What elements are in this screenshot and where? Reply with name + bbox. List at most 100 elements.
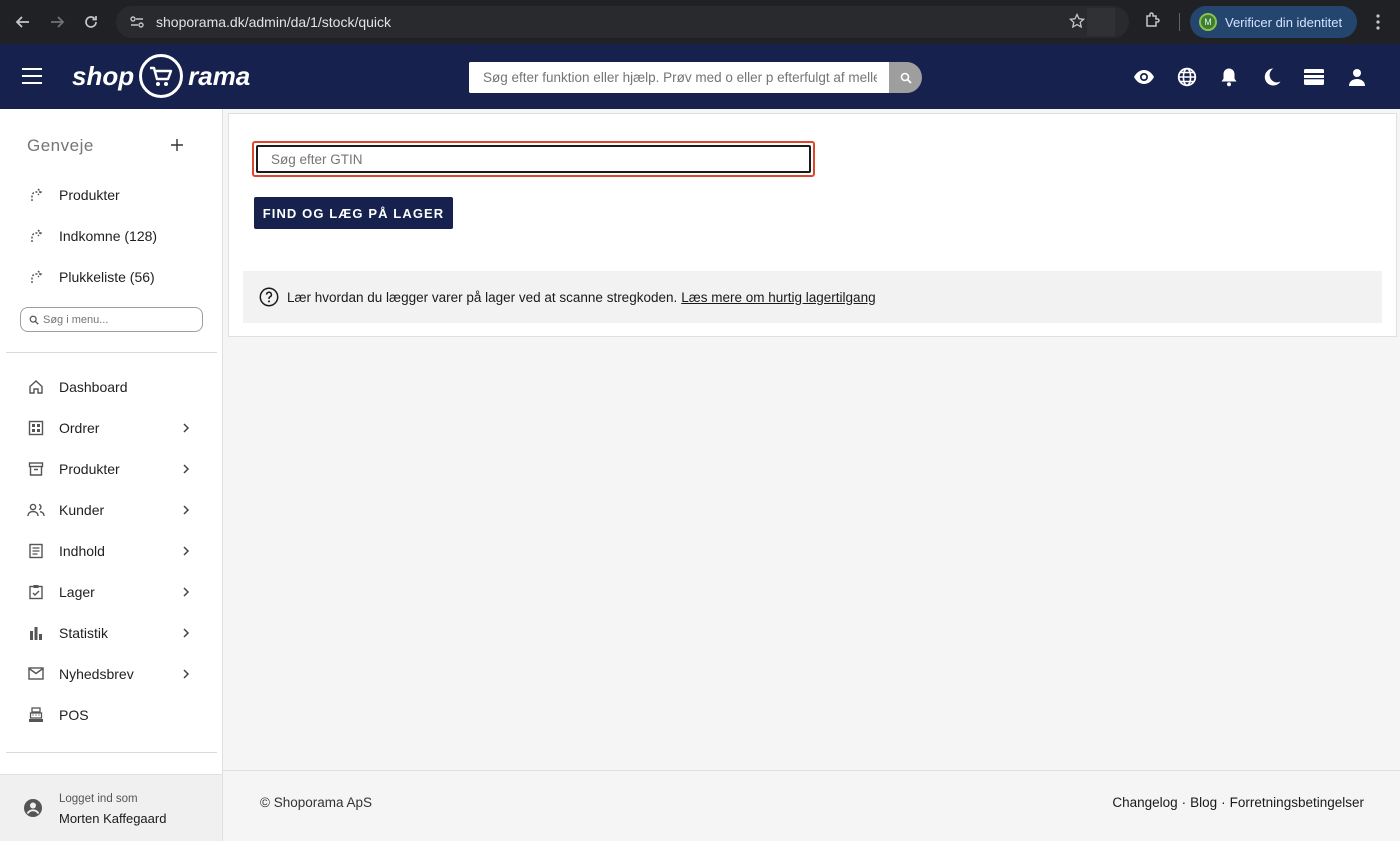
shortcut-link-icon	[27, 186, 45, 204]
footer-link-changelog[interactable]: Changelog	[1112, 795, 1177, 810]
help-circle-icon	[259, 287, 279, 307]
user-name[interactable]: Morten Kaffegaard	[59, 811, 166, 826]
mail-icon	[27, 665, 45, 683]
page-footer: © Shoporama ApS Changelog · Blog · Forretnin…	[223, 770, 1400, 841]
sidebar-item-statistik[interactable]: Statistik	[0, 612, 222, 653]
find-and-stock-button[interactable]: FIND OG LÆG PÅ LAGER	[254, 197, 453, 229]
browser-menu-icon[interactable]	[1370, 12, 1386, 37]
credit-card-icon[interactable]	[1303, 66, 1325, 88]
footer-separator: ·	[1181, 795, 1187, 810]
sidebar-item-nyhedsbrev[interactable]: Nyhedsbrev	[0, 653, 222, 694]
sidebar: Genveje Produkter Indkomne (128) Plukkel…	[0, 109, 223, 841]
logo-text-left: shop	[72, 60, 135, 91]
logged-in-panel: Logget ind som Morten Kaffegaard	[0, 774, 222, 841]
menu-search-input[interactable]	[43, 313, 193, 326]
browser-toolbar: shoporama.dk/admin/da/1/stock/quick M Ve…	[0, 0, 1400, 44]
chevron-right-icon	[180, 504, 192, 516]
toolbar-separator	[1179, 13, 1180, 31]
gtin-search-input[interactable]	[256, 145, 811, 173]
shortcut-link-icon	[27, 268, 45, 286]
eye-icon[interactable]	[1133, 66, 1155, 88]
sidebar-item-label: Statistik	[59, 624, 109, 641]
extension-slot[interactable]	[1087, 8, 1115, 36]
footer-separator: ·	[1221, 795, 1226, 810]
bar-chart-icon	[27, 624, 45, 642]
home-icon	[27, 378, 45, 396]
header-actions	[1133, 66, 1389, 88]
shortcuts-header: Genveje	[27, 134, 187, 157]
back-icon[interactable]	[6, 5, 40, 39]
sidebar-divider	[6, 752, 217, 753]
shortcut-item-produkter[interactable]: Produkter	[0, 174, 222, 215]
moon-icon[interactable]	[1261, 66, 1283, 88]
copyright-text: © Shoporama ApS	[260, 795, 373, 810]
shortcuts-title: Genveje	[27, 135, 94, 155]
sidebar-item-label: Dashboard	[59, 378, 128, 395]
help-link[interactable]: Læs mere om hurtig lagertilgang	[681, 290, 875, 305]
help-notice: Lær hvordan du lægger varer på lager ved…	[243, 271, 1382, 323]
sidebar-item-label: Indhold	[59, 542, 105, 559]
account-circle-icon	[24, 799, 42, 817]
chevron-right-icon	[180, 586, 192, 598]
logo-text-right: rama	[188, 60, 251, 91]
sidebar-item-label: Nyhedsbrev	[59, 665, 134, 682]
search-icon	[29, 315, 39, 325]
bookmark-star-icon[interactable]	[1068, 12, 1086, 34]
plus-icon	[171, 139, 183, 151]
sidebar-item-dashboard[interactable]: Dashboard	[0, 366, 222, 407]
extensions-puzzle-icon[interactable]	[1143, 10, 1163, 35]
add-shortcut-button[interactable]	[167, 134, 187, 157]
reload-icon[interactable]	[74, 5, 108, 39]
sidebar-item-label: POS	[59, 706, 89, 723]
sidebar-item-produkter[interactable]: Produkter	[0, 448, 222, 489]
forward-icon[interactable]	[40, 5, 74, 39]
footer-link-terms[interactable]: Forretningsbetingelser	[1230, 795, 1364, 810]
chevron-right-icon	[180, 463, 192, 475]
footer-link-blog[interactable]: Blog	[1190, 795, 1217, 810]
app-header: shop rama	[0, 44, 1400, 109]
global-search	[469, 62, 891, 93]
sidebar-item-pos[interactable]: POS	[0, 694, 222, 735]
global-search-input[interactable]	[469, 62, 891, 93]
sidebar-item-lager[interactable]: Lager	[0, 571, 222, 612]
hamburger-menu-icon[interactable]	[22, 68, 42, 86]
user-icon[interactable]	[1346, 66, 1368, 88]
grid-icon	[27, 419, 45, 437]
shortcut-label: Indkomne (128)	[59, 227, 158, 244]
shortcut-label: Produkter	[59, 186, 120, 203]
sidebar-item-indhold[interactable]: Indhold	[0, 530, 222, 571]
verify-identity-label: Verificer din identitet	[1225, 14, 1343, 30]
cash-register-icon	[27, 706, 45, 724]
site-settings-icon[interactable]	[122, 14, 152, 30]
chevron-right-icon	[180, 627, 192, 639]
sidebar-item-kunder[interactable]: Kunder	[0, 489, 222, 530]
search-icon	[900, 72, 912, 84]
shortcut-label: Plukkeliste (56)	[59, 268, 155, 285]
sidebar-item-label: Produkter	[59, 460, 120, 477]
shortcut-item-plukkeliste[interactable]: Plukkeliste (56)	[0, 256, 222, 297]
url-text[interactable]: shoporama.dk/admin/da/1/stock/quick	[156, 14, 391, 30]
chevron-right-icon	[180, 668, 192, 680]
help-text: Lær hvordan du lægger varer på lager ved…	[287, 289, 678, 305]
shortcut-item-indkomne[interactable]: Indkomne (128)	[0, 215, 222, 256]
footer-links: Changelog · Blog · Forretningsbetingelser	[1112, 795, 1364, 810]
bell-icon[interactable]	[1218, 66, 1240, 88]
chevron-right-icon	[180, 422, 192, 434]
sidebar-divider	[6, 352, 217, 353]
shoporama-logo[interactable]: shop rama	[72, 54, 250, 98]
sidebar-item-label: Ordrer	[59, 419, 100, 436]
chevron-right-icon	[180, 545, 192, 557]
quick-stock-card: FIND OG LÆG PÅ LAGER Lær hvordan du lægg…	[228, 113, 1397, 337]
globe-icon[interactable]	[1176, 66, 1198, 88]
sidebar-item-label: Kunder	[59, 501, 105, 518]
people-icon	[27, 501, 45, 519]
archive-icon	[27, 460, 45, 478]
sidebar-item-ordrer[interactable]: Ordrer	[0, 407, 222, 448]
address-bar[interactable]: shoporama.dk/admin/da/1/stock/quick	[116, 6, 1129, 38]
verify-identity-button[interactable]: M Verificer din identitet	[1190, 6, 1357, 38]
logged-in-label: Logget ind som	[59, 793, 138, 805]
global-search-button[interactable]	[889, 62, 922, 93]
gtin-field-wrapper	[252, 141, 815, 177]
document-icon	[27, 542, 45, 560]
sidebar-item-label: Lager	[59, 583, 95, 600]
